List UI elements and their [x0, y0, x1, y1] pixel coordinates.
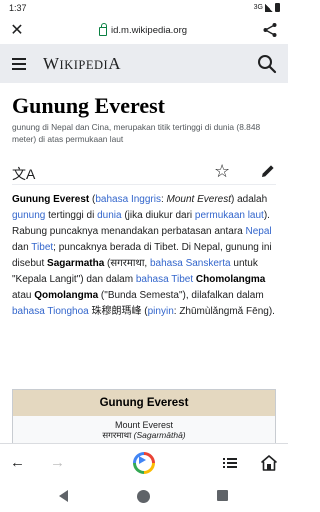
bold-term: Gunung Everest	[12, 194, 90, 205]
italic-term: Mount Everest	[166, 194, 232, 205]
infobox-name: Mount Everest	[114, 420, 174, 430]
bold-term: Sagarmatha	[47, 258, 105, 269]
star-icon[interactable]: ☆	[214, 161, 230, 182]
article-description: gunung di Nepal dan Cina, merupakan titi…	[12, 122, 261, 144]
link-bahasa-tibet[interactable]: bahasa Tibet	[136, 274, 193, 285]
status-bar: 1:37 3G	[0, 0, 288, 17]
android-nav-bar	[0, 482, 288, 512]
system-back-icon[interactable]	[59, 490, 68, 502]
bold-term: Qomolangma	[34, 290, 99, 301]
link-gunung[interactable]: gunung	[12, 210, 45, 221]
infobox-native-name: सगरमाथा (Sagarmāthā)	[102, 430, 186, 440]
close-icon[interactable]: ✕	[9, 23, 25, 39]
battery-icon	[275, 3, 280, 12]
link-nepal[interactable]: Nepal	[246, 226, 272, 237]
assistant-icon[interactable]	[133, 452, 155, 474]
url-text: id.m.wikipedia.org	[111, 25, 188, 36]
article-lead-paragraph: Gunung Everest (bahasa Inggris: Mount Ev…	[12, 194, 275, 317]
status-time: 1:37	[9, 3, 27, 13]
link-bahasa-sanskerta[interactable]: bahasa Sanskerta	[150, 258, 231, 269]
page-actions: 文A ☆	[12, 159, 276, 185]
wikipedia-wordmark[interactable]: WIKIPEDIA	[43, 54, 121, 74]
link-dunia[interactable]: dunia	[97, 210, 121, 221]
bold-term: Chomolangma	[195, 274, 266, 285]
arrow-right-icon[interactable]: →	[50, 454, 68, 472]
system-icons: 3G	[254, 3, 280, 12]
home-icon[interactable]	[260, 454, 278, 472]
browser-url-bar: ✕ id.m.wikipedia.org	[0, 17, 288, 45]
system-home-icon[interactable]	[137, 490, 150, 503]
pencil-icon[interactable]	[260, 163, 276, 179]
wikipedia-header: WIKIPEDIA	[0, 45, 288, 83]
page-title: Gunung Everest	[12, 93, 166, 118]
signal-icon	[265, 3, 273, 12]
arrow-left-icon[interactable]: ←	[10, 454, 28, 472]
lock-icon	[99, 23, 107, 36]
search-icon[interactable]	[257, 54, 277, 74]
infobox-title: Gunung Everest	[13, 390, 275, 416]
url-display[interactable]: id.m.wikipedia.org	[99, 23, 188, 36]
link-tibet[interactable]: Tibet	[31, 242, 53, 253]
bottom-toolbar: ← →	[0, 443, 288, 482]
table-of-contents-icon[interactable]	[221, 454, 239, 472]
share-icon[interactable]	[262, 22, 278, 38]
network-type: 3G	[253, 4, 263, 11]
recent-apps-icon[interactable]	[217, 490, 228, 501]
link-permukaan-laut[interactable]: permukaan laut	[195, 210, 264, 221]
language-icon[interactable]: 文A	[12, 164, 35, 184]
link-bahasa-tionghoa[interactable]: bahasa Tionghoa	[12, 306, 89, 317]
link-bahasa-inggris[interactable]: bahasa Inggris	[95, 194, 161, 205]
menu-icon[interactable]	[12, 58, 26, 70]
infobox: Gunung Everest Mount Everest सगरमाथा (Sa…	[12, 389, 276, 445]
link-pinyin[interactable]: pinyin	[148, 306, 174, 317]
